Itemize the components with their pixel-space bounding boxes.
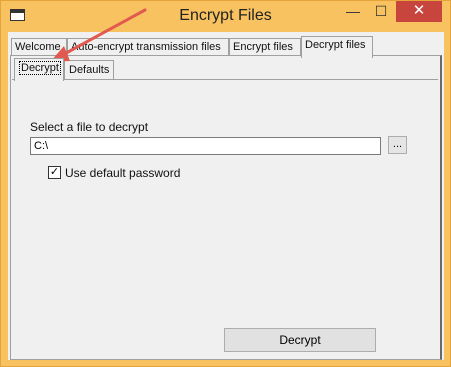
file-path-input[interactable] <box>30 137 381 155</box>
close-button[interactable]: ✕ <box>396 1 442 22</box>
tab-encrypt-files[interactable]: Encrypt files <box>229 38 301 56</box>
subtab-defaults[interactable]: Defaults <box>64 60 114 79</box>
subtab-decrypt-label: Decrypt <box>19 61 61 75</box>
decrypt-subpanel: Select a file to decrypt ... ✓ Use defau… <box>12 79 438 360</box>
tab-welcome[interactable]: Welcome <box>11 38 67 56</box>
use-default-password-label[interactable]: Use default password <box>65 166 180 180</box>
tab-decrypt-files[interactable]: Decrypt files <box>301 36 373 58</box>
close-icon: ✕ <box>412 2 426 19</box>
tab-auto-encrypt-transmission-files[interactable]: Auto-encrypt transmission files <box>67 38 229 56</box>
title-bar[interactable]: Encrypt Files — ☐ ✕ <box>1 1 450 32</box>
minimize-button[interactable]: — <box>339 1 367 22</box>
decrypt-files-panel: Decrypt Defaults Select a file to decryp… <box>10 55 442 360</box>
select-file-label: Select a file to decrypt <box>30 120 149 134</box>
dialog-client-area: Welcome Auto-encrypt transmission files … <box>8 32 444 360</box>
minimize-icon: — <box>346 3 360 19</box>
maximize-icon: ☐ <box>374 3 388 19</box>
checkmark-icon: ✓ <box>49 166 60 178</box>
browse-button[interactable]: ... <box>388 136 407 154</box>
use-default-password-checkbox[interactable]: ✓ <box>48 166 61 179</box>
subtab-decrypt[interactable]: Decrypt <box>14 58 64 81</box>
encrypt-files-window: Encrypt Files — ☐ ✕ Welcome Auto-encrypt… <box>0 0 451 367</box>
maximize-button[interactable]: ☐ <box>367 1 395 22</box>
decrypt-button[interactable]: Decrypt <box>224 328 376 352</box>
